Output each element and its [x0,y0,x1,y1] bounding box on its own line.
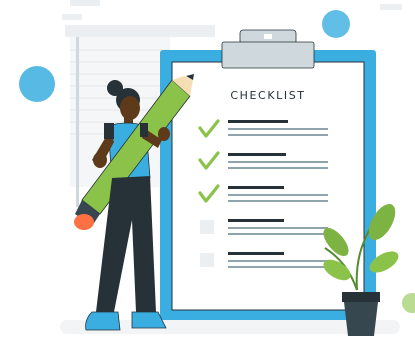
illustration: CHECKLIST [0,0,415,345]
green-circle-right [402,293,415,313]
empty-checkbox [200,253,214,267]
bg-shelf [65,25,215,37]
blue-circle-left [19,66,55,102]
checklist-illustration: CHECKLIST [19,0,415,336]
clipboard-clip-icon [221,29,315,69]
checklist-title: CHECKLIST [230,89,305,102]
blue-circle-top [322,10,350,38]
empty-checkbox [200,220,214,234]
